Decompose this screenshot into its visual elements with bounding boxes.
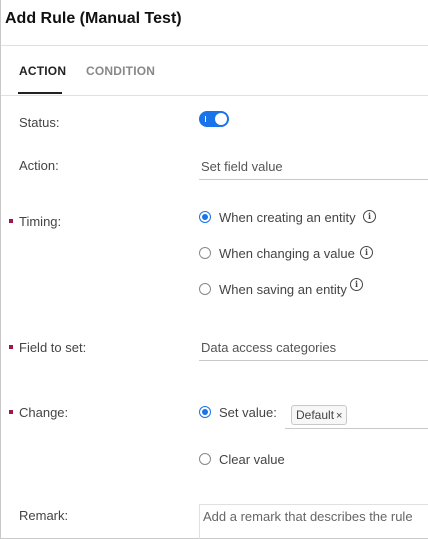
toggle-knob [215,113,227,125]
chip-remove-icon[interactable]: × [336,410,342,422]
dialog-header: Add Rule (Manual Test) [1,0,428,46]
timing-option-saving[interactable]: When saving an entity i [199,278,399,299]
radio-button[interactable] [199,247,211,259]
timing-option-changing[interactable]: When changing a value i [199,245,399,263]
active-tab-indicator [18,92,62,94]
radio-button[interactable] [199,283,211,295]
timing-option-label: When saving an entity [219,282,347,297]
field-to-set-label: Field to set: [19,340,87,355]
tab-bar: ACTION CONDITION [1,46,428,96]
change-option-clear-value[interactable]: Clear value [199,451,299,469]
timing-option-label: When changing a value [219,246,355,261]
set-value-label: Set value: [219,405,277,420]
timing-label: Timing: [19,214,62,229]
set-value-input[interactable]: Default × [285,399,428,429]
required-marker [9,345,13,349]
remark-input[interactable]: Add a remark that describes the rule [199,504,428,539]
status-label: Status: [19,115,60,130]
radio-button[interactable] [199,406,211,418]
radio-button[interactable] [199,453,211,465]
field-to-set-input[interactable]: Data access categories [199,339,428,361]
remark-label: Remark: [19,508,69,523]
action-field[interactable]: Set field value [199,158,428,180]
change-option-set-value[interactable]: Set value: [199,404,283,422]
clear-value-label: Clear value [219,452,285,467]
value-chip: Default × [291,405,348,425]
action-label: Action: [19,158,59,173]
timing-option-label: When creating an entity [219,210,356,225]
change-label: Change: [19,405,69,420]
info-icon[interactable]: i [350,278,363,291]
tab-condition[interactable]: CONDITION [86,64,155,78]
dialog-title: Add Rule (Manual Test) [5,10,182,27]
required-marker [9,410,13,414]
chip-label: Default [296,408,335,422]
radio-button[interactable] [199,211,211,223]
status-toggle[interactable] [199,111,229,127]
toggle-on-mark [205,116,206,122]
required-marker [9,219,13,223]
info-icon[interactable]: i [363,210,376,223]
add-rule-dialog: Add Rule (Manual Test) ACTION CONDITION … [0,0,428,539]
tab-action[interactable]: ACTION [19,64,66,78]
timing-option-creating[interactable]: When creating an entity i [199,209,399,227]
info-icon[interactable]: i [360,246,373,259]
